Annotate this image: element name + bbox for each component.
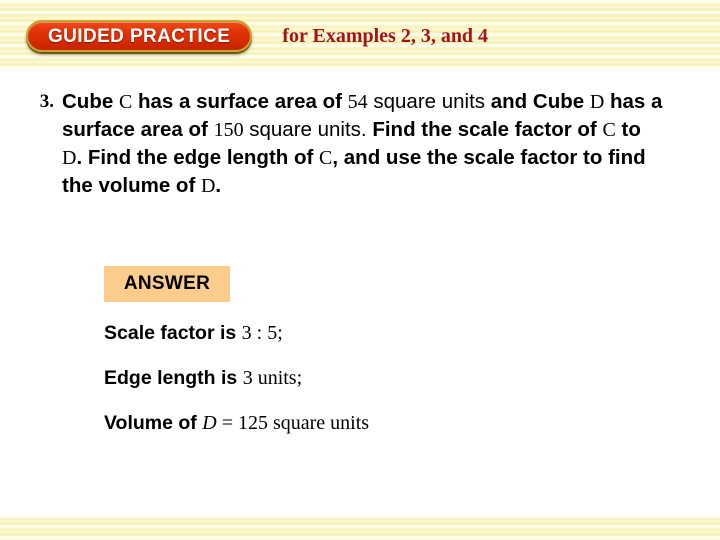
variable-c: C: [602, 119, 616, 141]
header-subtitle: for Examples 2, 3, and 4: [282, 24, 489, 47]
problem-line-1: Cube C has a surface area of 54 square u…: [62, 90, 528, 113]
variable-d: D: [62, 147, 77, 169]
problem-number: 3.: [39, 91, 54, 112]
answer-line-scale-factor: Scale factor is 3 : 5;: [104, 322, 283, 344]
problem-block: 3. Cube C has a surface area of 54 squar…: [0, 88, 720, 200]
answer-value-scale-factor: 3 : 5;: [241, 322, 283, 344]
answer-value-volume: 125 square units: [237, 412, 370, 434]
answer-line-edge-length: Edge length is 3 units;: [104, 367, 303, 389]
value-54: 54: [347, 91, 368, 113]
variable-d: D: [202, 412, 217, 434]
problem-line-5: volume of D.: [98, 174, 222, 197]
guided-practice-badge: GUIDED PRACTICE: [26, 20, 253, 52]
guided-practice-badge-label: GUIDED PRACTICE: [48, 25, 231, 47]
answer-tag-label: ANSWER: [123, 273, 211, 294]
variable-d: D: [200, 175, 216, 197]
answer-lines: Scale factor is 3 : 5; Edge length is 3 …: [104, 322, 694, 457]
variable-c: C: [319, 147, 333, 169]
bottom-decorative-band: [0, 514, 720, 540]
equals-sign: =: [216, 412, 238, 434]
answer-tag: ANSWER: [104, 266, 230, 302]
problem-text: Cube C has a surface area of 54 square u…: [62, 88, 720, 200]
answer-line-volume: Volume of D = 125 square units: [104, 412, 370, 434]
answer-value-edge-length: 3 units;: [242, 367, 303, 389]
variable-d: D: [589, 91, 605, 113]
variable-c: C: [118, 91, 133, 113]
header: GUIDED PRACTICE for Examples 2, 3, and 4: [0, 0, 720, 72]
value-150: 150: [213, 119, 244, 141]
